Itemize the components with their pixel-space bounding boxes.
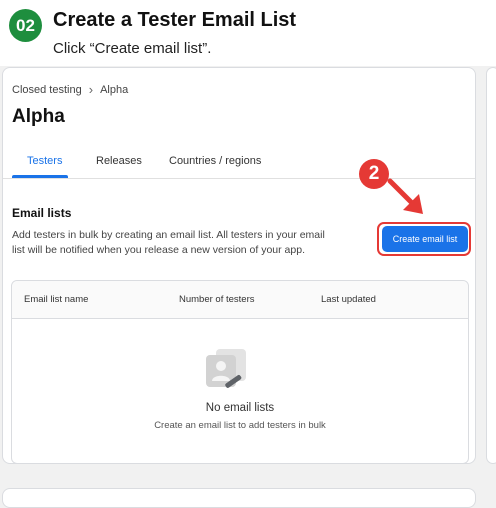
column-header-last-updated[interactable]: Last updated: [321, 294, 376, 305]
tab-testers[interactable]: Testers: [27, 155, 62, 167]
active-tab-indicator: [12, 175, 68, 178]
column-header-number-of-testers[interactable]: Number of testers: [179, 294, 255, 305]
main-card: Closed testing › Alpha Alpha Testers Rel…: [2, 67, 476, 464]
table-header: Email list name Number of testers Last u…: [12, 281, 468, 319]
email-lists-heading: Email lists: [12, 206, 72, 220]
email-list-icon: [206, 349, 246, 388]
step-badge: 02: [9, 9, 42, 42]
email-lists-table: Email list name Number of testers Last u…: [11, 280, 469, 464]
step-subtitle: Click “Create email list”.: [53, 40, 212, 57]
breadcrumb-current: Alpha: [100, 83, 129, 96]
step-header: 02 Create a Tester Email List Click “Cre…: [0, 0, 496, 66]
tab-countries-regions[interactable]: Countries / regions: [169, 155, 261, 167]
page-title: Alpha: [12, 106, 65, 127]
tab-bar: Testers Releases Countries / regions: [3, 148, 475, 179]
empty-state-subtitle: Create an email list to add testers in b…: [154, 420, 326, 431]
column-header-email-list-name[interactable]: Email list name: [24, 294, 88, 305]
step-title: Create a Tester Email List: [53, 9, 297, 31]
breadcrumb: Closed testing › Alpha: [12, 82, 128, 97]
breadcrumb-parent-link[interactable]: Closed testing: [12, 84, 82, 96]
create-email-list-button[interactable]: Create email list: [382, 226, 468, 252]
annotation-step-badge: 2: [359, 159, 389, 189]
email-lists-description: Add testers in bulk by creating an email…: [12, 229, 325, 256]
adjacent-panel: [486, 67, 496, 464]
next-section-card: [2, 488, 476, 508]
arrow-down-right-icon: [387, 178, 423, 214]
chevron-right-icon: ›: [88, 82, 94, 97]
tab-releases[interactable]: Releases: [96, 155, 142, 167]
empty-state-title: No email lists: [205, 402, 275, 414]
